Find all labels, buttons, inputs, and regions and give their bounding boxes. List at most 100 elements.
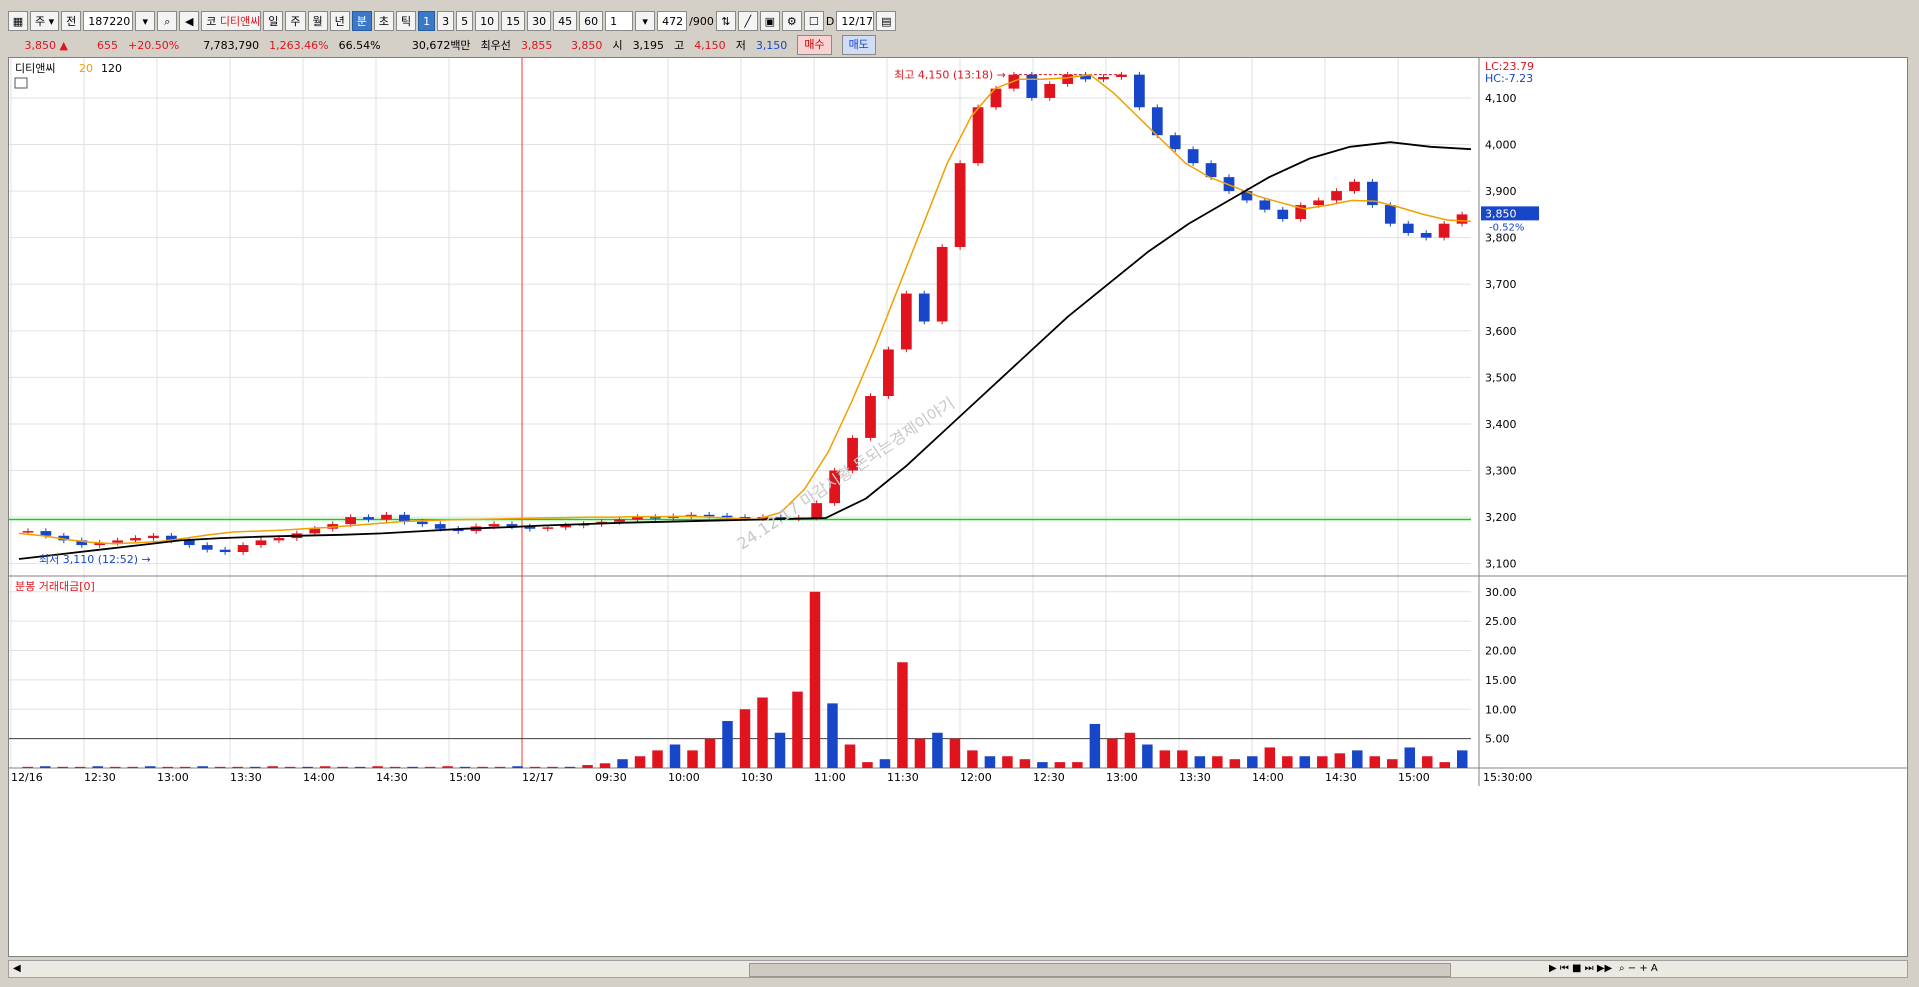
time-tick-label: 12:30 — [84, 771, 116, 784]
save-icon[interactable]: ▣ — [759, 11, 780, 31]
price-tick-label: 3,400 — [1485, 418, 1517, 431]
price-value: 3,850 — [24, 38, 57, 52]
legend-ma120: 120 — [101, 62, 122, 75]
play-controls[interactable]: ▶ ⏮ ■ ⏭ ▶▶ — [1549, 961, 1612, 977]
ma20-line — [18, 73, 1472, 545]
volume-bar — [1264, 747, 1276, 768]
stock-name-box[interactable]: 코 디티앤씨 — [201, 11, 262, 31]
layout-icon[interactable]: ▦ — [8, 11, 28, 31]
chevron-down-icon[interactable]: ▾ — [635, 11, 656, 31]
volume-bar — [1404, 747, 1416, 768]
volume-bar — [547, 766, 558, 768]
interval-15[interactable]: 15 — [501, 11, 526, 31]
volume-bar — [634, 756, 646, 768]
volume-bar — [564, 766, 576, 768]
volume-bar — [494, 766, 506, 768]
market-select[interactable]: 주 ▾ — [30, 11, 60, 31]
prev-button[interactable]: 전 — [61, 11, 82, 31]
volume-bar — [984, 756, 996, 768]
interval-45[interactable]: 45 — [553, 11, 578, 31]
period-year[interactable]: 년 — [329, 11, 350, 31]
candle-down — [1205, 163, 1217, 178]
chart-title: 디티앤씨 — [15, 62, 55, 75]
candle-down — [703, 514, 715, 517]
volume-bar — [337, 766, 348, 768]
volume-bar — [669, 744, 681, 768]
interval-5[interactable]: 5 — [456, 11, 474, 31]
chevron-down-icon[interactable]: ▾ — [135, 11, 156, 31]
date-checkbox[interactable]: ☐ — [803, 11, 824, 31]
candle-up — [1044, 83, 1056, 98]
volume-bar — [74, 766, 86, 768]
period-month[interactable]: 월 — [307, 11, 328, 31]
price-tick-label: 3,100 — [1485, 558, 1517, 571]
volume-bar — [389, 766, 401, 768]
time-tick-label: 14:00 — [1252, 771, 1284, 784]
turnover: 66.54% — [338, 38, 381, 52]
volume-tick-label: 30.00 — [1485, 586, 1517, 599]
count-input[interactable]: 472 — [657, 11, 688, 31]
volume-bar — [1212, 756, 1223, 768]
candle-down — [1133, 74, 1145, 108]
candle-up — [345, 517, 357, 525]
chart-canvas[interactable]: 4,100 4,000 3,900 3,800 3,700 3,600 3,500 3,400… — [9, 58, 1907, 956]
interval-1[interactable]: 1 — [418, 11, 436, 31]
drawing-icon[interactable]: ╱ — [737, 11, 758, 31]
gear-icon[interactable]: ⚙ — [781, 11, 802, 31]
volume-bar — [652, 750, 663, 768]
interval-10[interactable]: 10 — [475, 11, 500, 31]
volume-bar — [687, 750, 698, 768]
low-label: 저 — [735, 39, 746, 52]
price-tick-label: 3,700 — [1485, 278, 1517, 291]
current-change-label: -0.52% — [1489, 222, 1524, 233]
date-checkbox-label: D — [825, 14, 835, 28]
volume-bar — [599, 763, 611, 768]
candle-up — [1456, 214, 1468, 224]
time-tick-label: 10:30 — [741, 771, 773, 784]
count-max: /900 — [689, 14, 714, 28]
period-minute[interactable]: 분 — [351, 11, 372, 31]
interval-30[interactable]: 30 — [527, 11, 552, 31]
high-label: 고 — [674, 39, 685, 52]
speaker-icon[interactable]: ◀ — [179, 11, 200, 31]
volume-ratio: 1,263.46% — [269, 38, 329, 52]
interval-3[interactable]: 3 — [437, 11, 455, 31]
toolbar: ▦ 주 ▾ 전 187220 ▾ ⌕ ◀ 코 디티앤씨 일 주 월 년 분 초 … — [8, 10, 1908, 32]
date-input[interactable]: 12/17 — [836, 11, 875, 31]
horizontal-scrollbar[interactable]: ◀ ▶ ⏮ ■ ⏭ ▶▶ ⌕ − + A — [8, 960, 1908, 978]
time-tick-label: 09:30 — [595, 771, 627, 784]
best-bid: 3,850 — [570, 38, 603, 52]
indicator-icon[interactable]: ⇅ — [715, 11, 736, 31]
time-tick-label: 15:00 — [449, 771, 481, 784]
calendar-icon[interactable]: ▤ — [876, 11, 897, 31]
chart-area[interactable]: 4,100 4,000 3,900 3,800 3,700 3,600 3,500 3,400… — [8, 57, 1908, 957]
period-week[interactable]: 주 — [285, 11, 306, 31]
code-input[interactable]: 187220 — [83, 11, 134, 31]
search-icon[interactable]: ⌕ — [157, 11, 178, 31]
candle-down — [1384, 205, 1396, 224]
candle-down — [416, 521, 428, 525]
candle-up — [954, 163, 966, 247]
zoom-controls[interactable]: ⌕ − + A — [1619, 961, 1658, 977]
volume-tick-label: 5.00 — [1485, 733, 1510, 746]
scroll-left-icon[interactable]: ◀ — [13, 961, 21, 977]
candle-down — [219, 549, 231, 553]
period-second[interactable]: 초 — [373, 11, 395, 31]
period-tick[interactable]: 틱 — [396, 11, 417, 31]
candle-up — [148, 535, 159, 539]
time-tick-label: 12/17 — [522, 771, 554, 784]
scrollbar-thumb[interactable] — [749, 963, 1451, 977]
volume-bar — [1317, 756, 1328, 768]
buy-button[interactable]: 매수 — [797, 35, 832, 55]
candle-down — [201, 545, 213, 550]
interval-60[interactable]: 60 — [579, 11, 604, 31]
price-tick-label: 4,000 — [1485, 139, 1517, 152]
open-label: 시 — [612, 39, 623, 52]
volume-bar — [1334, 753, 1346, 768]
sell-button[interactable]: 매도 — [841, 35, 876, 55]
period-day[interactable]: 일 — [263, 11, 284, 31]
volume-bar — [512, 766, 523, 768]
best-label: 최우선 — [480, 39, 511, 52]
volume-bar — [372, 766, 383, 768]
multiplier-input[interactable]: 1 — [605, 11, 634, 31]
